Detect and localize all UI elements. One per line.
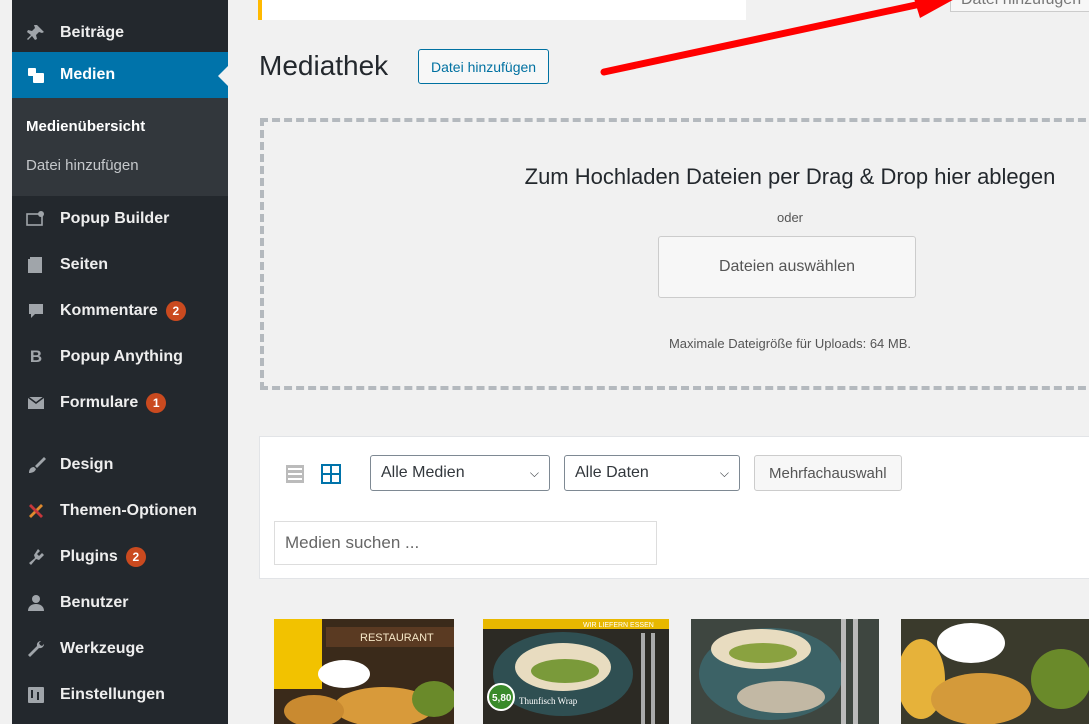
sidebar-item-medien[interactable]: Medien: [12, 52, 228, 98]
max-upload-size: Maximale Dateigröße für Uploads: 64 MB.: [668, 336, 912, 351]
tools-cross-icon: [12, 501, 60, 521]
media-type-filter[interactable]: Alle Medien ⌵: [370, 455, 550, 491]
page-title: Mediathek: [259, 50, 389, 81]
admin-sidebar: Beiträge Medien Medienübersicht Datei hi…: [12, 0, 228, 724]
submenu-item-overview[interactable]: Medienübersicht: [26, 118, 145, 135]
sidebar-item-label: Kommentare: [60, 302, 158, 319]
sidebar-item-label: Werkzeuge: [60, 640, 145, 657]
sidebar-item-beitraege[interactable]: Beiträge: [12, 10, 228, 56]
date-filter[interactable]: Alle Daten ⌵: [564, 455, 740, 491]
media-thumbnail[interactable]: RESTAURANT: [274, 619, 454, 724]
media-type-filter-value: Alle Medien: [381, 464, 465, 481]
mail-icon: [12, 393, 60, 413]
sidebar-item-plugins[interactable]: Plugins 2: [12, 534, 228, 580]
upload-drop-zone[interactable]: Zum Hochladen Dateien per Drag & Drop hi…: [260, 118, 1089, 390]
sidebar-item-werkzeuge[interactable]: Werkzeuge: [12, 626, 228, 672]
active-indicator: [218, 66, 228, 86]
settings-icon: [12, 685, 60, 705]
plugins-count-badge: 2: [125, 547, 146, 567]
add-file-button[interactable]: Datei hinzufügen: [418, 49, 550, 84]
comment-count-badge: 2: [165, 301, 186, 321]
thumbnail-banner: WIR LIEFERN ESSEN: [583, 622, 654, 629]
sidebar-item-kommentare[interactable]: Kommentare 2: [12, 288, 228, 334]
media-submenu: Medienübersicht Datei hinzufügen: [12, 98, 228, 196]
submenu-item-add[interactable]: Datei hinzufügen: [26, 157, 139, 174]
sidebar-item-label: Popup Anything: [60, 348, 183, 365]
chevron-down-icon: ⌵: [719, 465, 729, 480]
date-filter-value: Alle Daten: [575, 464, 649, 481]
pages-icon: [12, 255, 60, 275]
sidebar-item-popup-builder[interactable]: Popup Builder: [12, 196, 228, 242]
thumbnail-label: RESTAURANT: [360, 632, 434, 644]
sidebar-item-label: Themen-Optionen: [60, 502, 197, 519]
sidebar-item-seiten[interactable]: Seiten: [12, 242, 228, 288]
price-label: 5,80: [492, 693, 512, 704]
media-icon: [12, 65, 60, 85]
b-icon: B: [29, 347, 43, 366]
sidebar-item-einstellungen[interactable]: Einstellungen: [12, 672, 228, 718]
sidebar-item-label: Seiten: [60, 256, 109, 273]
media-search-input[interactable]: Medien suchen ...: [274, 521, 657, 565]
media-thumbnail[interactable]: [691, 619, 879, 724]
sidebar-item-themen-optionen[interactable]: Themen-Optionen: [12, 488, 228, 534]
drop-instructions: Zum Hochladen Dateien per Drag & Drop hi…: [524, 164, 1056, 189]
sidebar-item-formulare[interactable]: Formulare 1: [12, 380, 228, 426]
media-thumbnail[interactable]: WIR LIEFERN ESSEN 5,80 Thunfisch Wrap: [483, 619, 669, 724]
drop-or-text: oder: [776, 210, 804, 225]
comment-icon: [12, 301, 60, 321]
forms-count-badge: 1: [146, 393, 167, 413]
list-view-icon[interactable]: [284, 463, 306, 485]
sidebar-item-label: Popup Builder: [60, 210, 170, 227]
grid-view-icon[interactable]: [320, 463, 342, 485]
brush-icon: [12, 455, 60, 475]
sidebar-item-label: Einstellungen: [60, 686, 165, 703]
sidebar-item-benutzer[interactable]: Benutzer: [12, 580, 228, 626]
sidebar-item-label: Beiträge: [60, 24, 125, 41]
wrench-icon: [12, 639, 60, 659]
media-thumbnail[interactable]: [901, 619, 1089, 724]
select-files-button[interactable]: Dateien auswählen: [658, 236, 916, 298]
sidebar-item-label: Benutzer: [60, 594, 129, 611]
sidebar-item-design[interactable]: Design: [12, 442, 228, 488]
media-toolbar: Alle Medien ⌵ Alle Daten ⌵ Mehrfachauswa…: [259, 436, 1089, 579]
plugin-icon: [12, 547, 60, 567]
pin-icon: [12, 23, 60, 43]
sidebar-item-label: Medien: [60, 66, 116, 83]
sidebar-item-label: Plugins: [60, 548, 118, 565]
chevron-down-icon: ⌵: [529, 465, 539, 480]
bulk-select-button[interactable]: Mehrfachauswahl: [754, 455, 902, 491]
top-add-file-button[interactable]: Datei hinzufügen: [950, 0, 1089, 12]
user-icon: [12, 593, 60, 613]
sidebar-item-label: Design: [60, 456, 114, 473]
sidebar-item-popup-anything[interactable]: B Popup Anything: [12, 334, 228, 380]
thumbnail-caption: Thunfisch Wrap: [519, 696, 578, 706]
admin-notice: [258, 0, 746, 20]
search-placeholder: Medien suchen ...: [285, 533, 420, 552]
sidebar-item-label: Formulare: [60, 394, 139, 411]
popup-builder-icon: [12, 209, 60, 229]
